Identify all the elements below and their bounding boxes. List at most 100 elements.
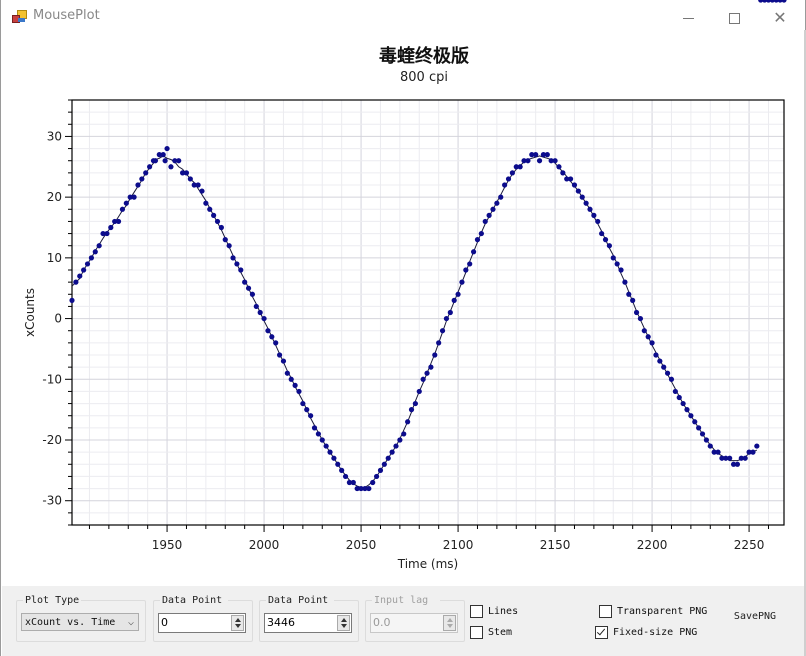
save-png-button[interactable]: SavePNG: [726, 606, 784, 628]
x-tick-label: 2050: [346, 538, 377, 552]
lines-checkbox-box[interactable]: [470, 605, 483, 618]
data-point: [342, 473, 349, 480]
data-point: [467, 261, 473, 267]
data-point: [168, 164, 174, 170]
data-point-end-input[interactable]: 3446: [264, 613, 352, 633]
spin-down-icon[interactable]: [341, 624, 347, 628]
data-point: [276, 352, 283, 358]
data-point-start-input[interactable]: 0: [158, 613, 246, 633]
lines-checkbox[interactable]: Lines: [470, 605, 518, 618]
data-point: [482, 218, 488, 225]
data-point: [408, 407, 415, 413]
data-point: [412, 400, 418, 407]
data-point: [599, 230, 605, 237]
spin-down-icon: [447, 624, 453, 628]
data-point: [389, 449, 395, 455]
data-point: [699, 431, 706, 437]
y-tick-label: -30: [42, 494, 62, 508]
data-point: [218, 224, 224, 231]
data-point: [385, 455, 391, 461]
data-point: [432, 352, 438, 358]
data-point: [571, 182, 578, 188]
data-point: [494, 200, 500, 206]
data-point: [77, 273, 83, 279]
data-point: [591, 212, 597, 218]
data-point: [311, 425, 318, 431]
data-point-start-spinner[interactable]: [231, 615, 244, 631]
data-point: [505, 176, 512, 182]
data-point: [164, 145, 170, 152]
fixed-size-png-checkbox-box[interactable]: [595, 626, 608, 639]
data-point: [143, 170, 149, 176]
data-point: [88, 255, 95, 261]
input-lag-spinner: [443, 615, 456, 631]
data-point: [323, 443, 329, 449]
data-point: [234, 261, 240, 267]
fixed-size-png-checkbox[interactable]: Fixed-size PNG: [595, 626, 697, 639]
stem-checkbox-label: Stem: [488, 627, 513, 638]
data-point-start-label: Data Point Start: [160, 595, 228, 606]
spin-up-icon[interactable]: [341, 618, 347, 622]
data-point: [715, 449, 721, 455]
transparent-png-checkbox-box[interactable]: [599, 605, 612, 618]
data-point: [187, 176, 193, 182]
data-point: [245, 285, 252, 291]
x-tick-label: 2250: [734, 538, 765, 552]
y-tick-label: 20: [47, 190, 62, 204]
data-point: [525, 158, 531, 164]
spin-down-icon[interactable]: [235, 624, 241, 628]
spin-up-icon[interactable]: [235, 618, 241, 622]
y-tick-label: 30: [47, 129, 62, 143]
data-point: [587, 206, 593, 212]
data-point: [680, 400, 686, 407]
data-point: [131, 194, 137, 200]
data-point-end-group: Data Point End 3446: [259, 595, 359, 642]
plot-type-label: Plot Type: [23, 595, 82, 606]
data-point: [292, 382, 298, 388]
data-point: [183, 170, 190, 176]
data-point: [288, 376, 294, 382]
data-point: [684, 407, 690, 413]
data-point: [327, 449, 333, 455]
data-point: [676, 394, 682, 401]
data-point: [645, 334, 651, 340]
data-point: [350, 479, 356, 486]
data-point: [300, 400, 306, 407]
data-point: [734, 461, 741, 467]
stem-checkbox-box[interactable]: [470, 626, 483, 639]
plot-type-select[interactable]: xCount vs. Time ⌵: [21, 613, 139, 631]
controls-panel: Plot Type xCount vs. Time ⌵ Data Point S…: [2, 586, 805, 656]
data-point: [703, 437, 709, 443]
data-point: [707, 443, 713, 449]
data-point: [649, 340, 655, 346]
data-point: [439, 328, 446, 334]
data-point: [443, 315, 450, 322]
data-point: [447, 309, 453, 316]
data-point: [478, 230, 484, 237]
data-point: [69, 297, 75, 303]
data-point: [214, 218, 221, 225]
data-point: [273, 340, 279, 346]
data-point: [668, 376, 675, 382]
data-point-end-spinner[interactable]: [337, 615, 350, 631]
data-point: [331, 455, 337, 461]
data-point: [661, 364, 667, 370]
stem-checkbox[interactable]: Stem: [470, 626, 512, 639]
data-point: [242, 279, 248, 285]
data-point: [641, 328, 647, 334]
data-point: [692, 419, 698, 425]
data-point-end-value: 3446: [267, 616, 295, 629]
input-lag-value: 0.0: [373, 616, 391, 629]
data-point: [162, 158, 168, 164]
data-point: [672, 388, 678, 395]
input-lag-input: 0.0: [370, 613, 458, 633]
data-point: [727, 455, 733, 461]
transparent-png-checkbox[interactable]: Transparent PNG: [599, 605, 707, 618]
lines-checkbox-label: Lines: [488, 606, 519, 617]
data-point: [451, 297, 457, 303]
x-tick-label: 2150: [540, 538, 571, 552]
y-tick-label: 0: [54, 312, 62, 326]
x-axis-label: Time (ms): [397, 557, 459, 571]
data-point: [139, 176, 145, 182]
plot-frame: [71, 99, 785, 526]
